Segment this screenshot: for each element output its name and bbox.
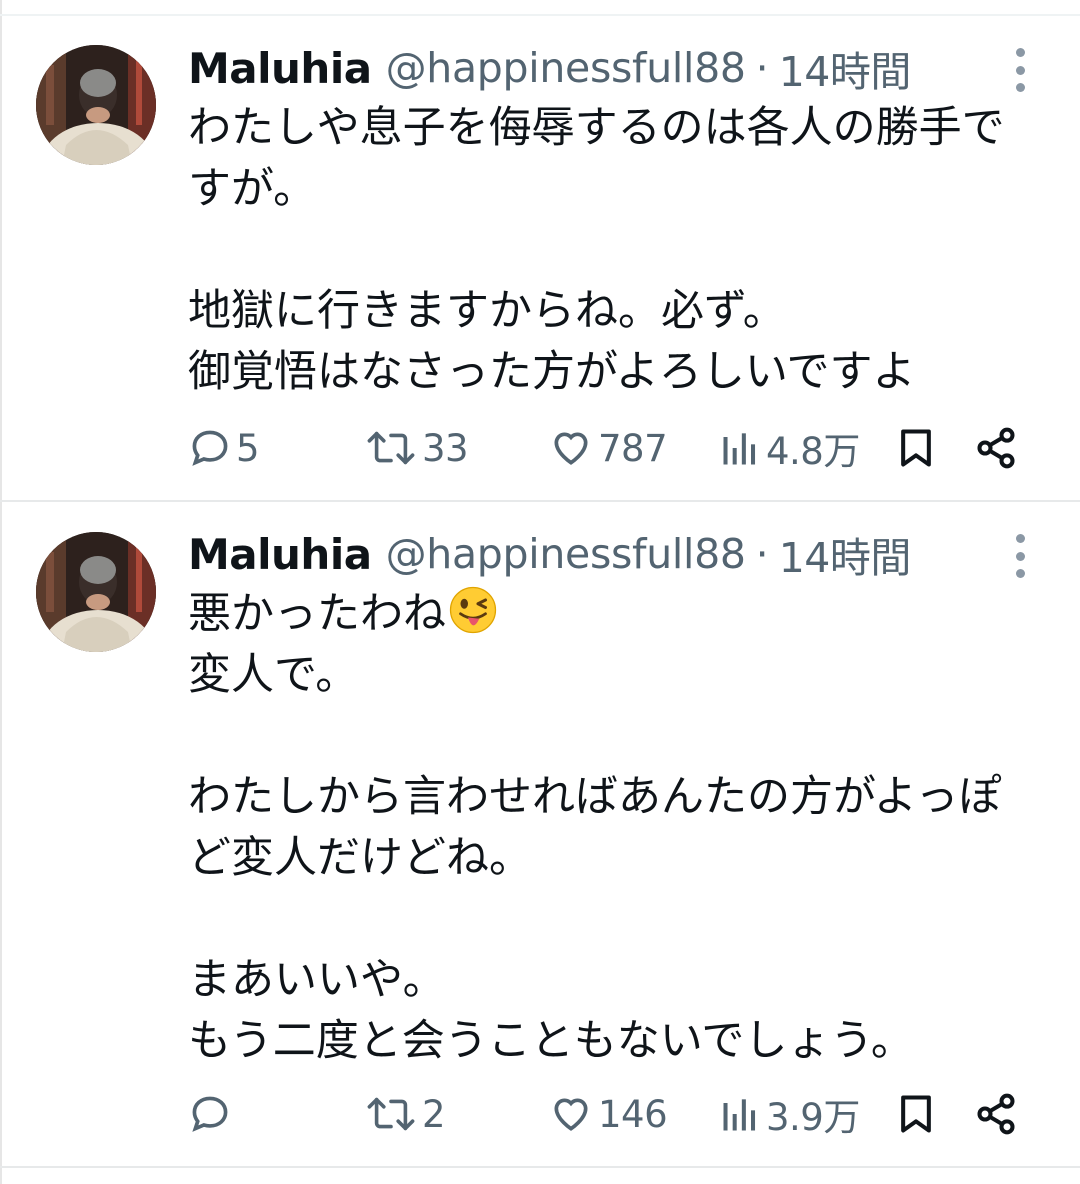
timestamp[interactable]: 14時間 xyxy=(779,524,912,584)
user-handle[interactable]: @happinessfull88 xyxy=(386,530,746,578)
more-icon[interactable] xyxy=(1006,44,1034,96)
reply-button[interactable] xyxy=(188,1090,236,1138)
avatar-image xyxy=(36,45,156,165)
text-line: 御覚悟はなさった方がよろしいですよ xyxy=(188,347,916,397)
share-button[interactable] xyxy=(974,424,1018,472)
separator: · xyxy=(755,44,769,92)
like-count: 787 xyxy=(598,426,668,470)
tweet-divider xyxy=(0,500,1080,502)
action-bar: 2 146 3.9万 xyxy=(188,1090,1048,1139)
text-line xyxy=(188,889,1058,950)
text-line: わたしや息子を侮辱するのは各人の勝手で xyxy=(188,103,1005,153)
text-line xyxy=(188,220,1058,281)
text-line: ど変人だけどね。 xyxy=(188,833,532,883)
views-button[interactable]: 4.8万 xyxy=(718,424,860,473)
bookmark-icon xyxy=(901,429,931,467)
avatar[interactable] xyxy=(36,532,156,652)
user-handle[interactable]: @happinessfull88 xyxy=(386,44,746,92)
display-name[interactable]: Maluhia xyxy=(188,44,372,93)
reply-icon xyxy=(192,430,228,466)
views-icon xyxy=(723,1099,756,1131)
retweet-button[interactable]: 33 xyxy=(364,424,469,472)
like-button[interactable]: 146 xyxy=(548,1090,668,1138)
heart-icon xyxy=(554,432,588,465)
reply-icon xyxy=(192,1096,228,1132)
retweet-icon xyxy=(367,1097,415,1131)
text-line: すが。 xyxy=(188,164,317,214)
views-icon xyxy=(723,433,756,465)
avatar-image xyxy=(36,532,156,652)
tweet-text: わたしや息子を侮辱するのは各人の勝手で すが。 地獄に行きますからね。必ず。 御… xyxy=(188,98,1058,403)
top-divider xyxy=(0,14,1080,16)
text-line: 地獄に行きますからね。必ず。 xyxy=(188,286,786,336)
share-icon xyxy=(977,427,1015,469)
action-bar: 5 33 787 4.8万 xyxy=(188,424,1048,473)
share-icon xyxy=(977,1093,1015,1135)
text-line: もう二度と会うこともないでしょう。 xyxy=(188,1016,914,1066)
view-count: 4.8万 xyxy=(766,430,860,473)
bookmark-button[interactable] xyxy=(894,1090,938,1138)
heart-icon xyxy=(554,1098,588,1131)
reply-button[interactable]: 5 xyxy=(188,424,260,472)
like-button[interactable]: 787 xyxy=(548,424,668,472)
text-line: まあいいや。 xyxy=(188,955,446,1005)
display-name[interactable]: Maluhia xyxy=(188,530,372,579)
retweet-count: 2 xyxy=(422,1092,446,1136)
reply-count: 5 xyxy=(236,426,260,470)
views-button[interactable]: 3.9万 xyxy=(718,1090,860,1139)
tweet-text: 悪かったわね 変人で。 わたしから言わせればあんたの方がよっぽ ど変人だけどね。… xyxy=(188,584,1058,1072)
text-line: 悪かったわね xyxy=(188,584,1058,645)
avatar[interactable] xyxy=(36,45,156,165)
retweet-button[interactable]: 2 xyxy=(364,1090,446,1138)
text-line xyxy=(188,706,1058,767)
text-segment: 悪かったわね xyxy=(188,589,446,639)
share-button[interactable] xyxy=(974,1090,1018,1138)
timestamp[interactable]: 14時間 xyxy=(779,38,912,98)
more-icon[interactable] xyxy=(1006,530,1034,582)
text-line: 変人で。 xyxy=(188,650,359,700)
separator: · xyxy=(755,530,769,578)
retweet-count: 33 xyxy=(422,426,469,470)
bookmark-button[interactable] xyxy=(894,424,938,472)
text-line: わたしから言わせればあんたの方がよっぽ xyxy=(188,772,1002,822)
winking-face-with-tongue-icon xyxy=(449,586,497,634)
view-count: 3.9万 xyxy=(766,1096,860,1139)
tweet-header: Maluhia @happinessfull88 · 14時間 xyxy=(188,44,911,97)
tweet-divider xyxy=(0,1166,1080,1168)
tweet-header: Maluhia @happinessfull88 · 14時間 xyxy=(188,530,911,583)
retweet-icon xyxy=(367,431,415,465)
left-edge xyxy=(0,0,2,1184)
like-count: 146 xyxy=(598,1092,668,1136)
bookmark-icon xyxy=(901,1095,931,1133)
